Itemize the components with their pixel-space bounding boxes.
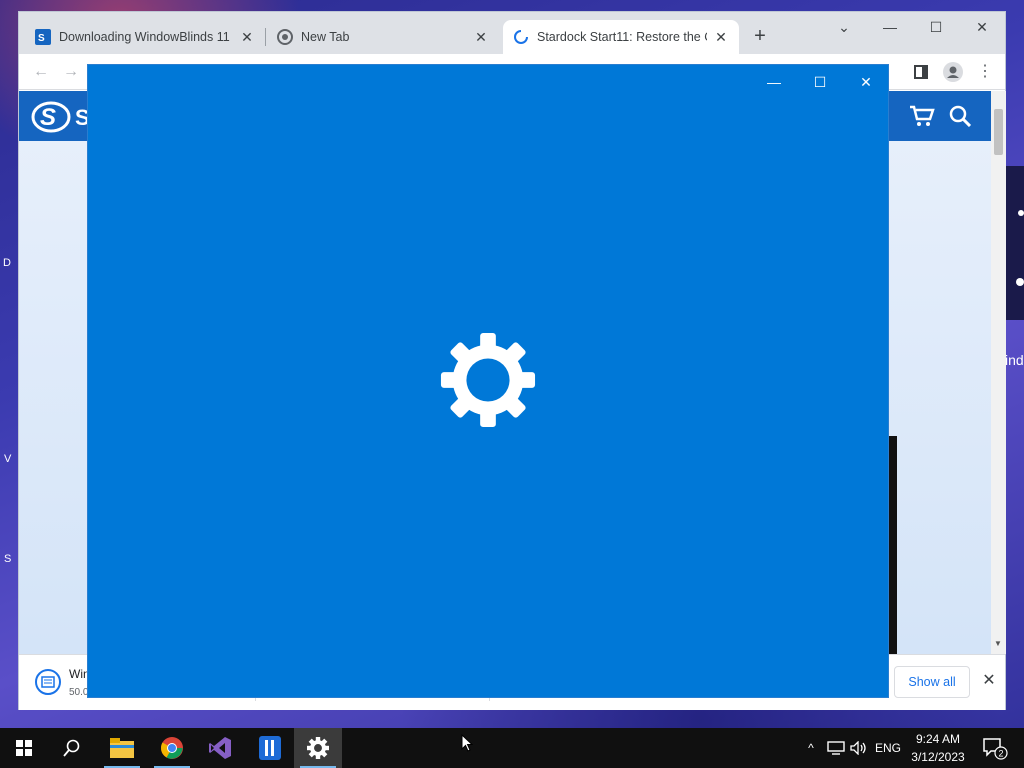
tab-close-button[interactable]: ✕: [473, 29, 489, 46]
dot-icon: [1016, 278, 1024, 286]
visual-studio-icon: [209, 737, 231, 759]
settings-taskbar-button[interactable]: [294, 728, 342, 768]
start-button[interactable]: [0, 728, 48, 768]
notification-center-button[interactable]: 2: [978, 728, 1012, 768]
taskbar: ^ ENG 9:24 AM 3/12/2023 2: [0, 728, 1024, 768]
tray-overflow-chevron-icon[interactable]: ^: [802, 728, 820, 768]
svg-text:S: S: [40, 104, 56, 131]
maximize-button[interactable]: ☐: [913, 14, 959, 40]
visual-studio-button[interactable]: [196, 728, 244, 768]
notification-count: 2: [999, 749, 1004, 759]
svg-text:S: S: [38, 33, 45, 44]
search-icon[interactable]: [949, 105, 971, 127]
clock-date: 3/12/2023: [911, 750, 965, 764]
download-file-icon: [35, 669, 61, 695]
folder-icon: [110, 738, 134, 758]
loading-spinner-icon: [513, 29, 529, 45]
forward-button[interactable]: →: [59, 60, 83, 84]
minimize-button[interactable]: —: [867, 14, 913, 40]
background-window-text: ind: [1005, 352, 1024, 368]
tab-title: New Tab: [301, 30, 350, 44]
tab-strip: S Downloading WindowBlinds 11 ✕ New Tab …: [19, 12, 1005, 54]
browser-menu-button[interactable]: ⋮: [973, 60, 997, 84]
background-window-panel: [1006, 166, 1024, 320]
side-panel-icon[interactable]: [909, 60, 933, 84]
profile-avatar-icon[interactable]: [941, 60, 965, 84]
close-button[interactable]: ✕: [959, 14, 1005, 40]
chrome-favicon-icon: [277, 29, 293, 45]
desktop-letter: D: [3, 257, 11, 269]
tab-close-button[interactable]: ✕: [239, 29, 255, 46]
tab-search-button[interactable]: ⌄: [821, 14, 867, 40]
desktop-letter: V: [4, 453, 12, 465]
clock-time: 9:24 AM: [915, 732, 961, 746]
back-button[interactable]: ←: [29, 60, 53, 84]
download-bar-close-button[interactable]: ✕: [979, 669, 999, 693]
chrome-taskbar-button[interactable]: [148, 728, 196, 768]
windows-logo-icon: [16, 740, 32, 756]
gear-icon: [440, 332, 536, 428]
dot-icon: [1018, 210, 1024, 216]
language-indicator[interactable]: ENG: [872, 728, 904, 768]
scroll-thumb[interactable]: [994, 109, 1003, 155]
start11-icon: [259, 736, 281, 760]
volume-icon[interactable]: [848, 728, 870, 768]
settings-window: — ☐ ✕: [87, 64, 889, 698]
taskbar-clock[interactable]: 9:24 AM 3/12/2023: [903, 730, 973, 766]
show-all-button[interactable]: Show all: [894, 666, 970, 698]
scroll-down-arrow-icon[interactable]: ▼: [994, 639, 1002, 648]
network-icon[interactable]: [824, 728, 848, 768]
tab-title: Downloading WindowBlinds 11: [59, 30, 230, 44]
search-icon: [63, 739, 80, 757]
cart-icon[interactable]: [909, 105, 935, 127]
chrome-icon: [161, 737, 183, 759]
tab-windowblinds[interactable]: S Downloading WindowBlinds 11 ✕: [25, 20, 265, 54]
tab-title: Stardock Start11: Restore the Cla: [537, 30, 707, 44]
desktop-letter: S: [4, 553, 12, 565]
new-tab-button[interactable]: +: [749, 26, 771, 48]
tab-separator: [265, 28, 266, 46]
close-button[interactable]: ✕: [843, 69, 889, 95]
notification-icon: 2: [983, 738, 1008, 760]
start11-taskbar-button[interactable]: [246, 728, 294, 768]
tab-close-button[interactable]: ✕: [713, 29, 729, 46]
maximize-button[interactable]: ☐: [797, 69, 843, 95]
tab-new-tab[interactable]: New Tab ✕: [267, 20, 499, 54]
search-button[interactable]: [48, 728, 96, 768]
file-explorer-button[interactable]: [98, 728, 146, 768]
mouse-cursor-icon: [461, 734, 473, 752]
gear-icon: [307, 737, 329, 759]
stardock-favicon-icon: S: [35, 29, 51, 45]
page-scrollbar[interactable]: ▼: [991, 91, 1006, 654]
tab-start11[interactable]: Stardock Start11: Restore the Cla ✕: [503, 20, 739, 54]
minimize-button[interactable]: —: [751, 69, 797, 95]
stardock-logo-icon[interactable]: S S: [31, 97, 91, 137]
